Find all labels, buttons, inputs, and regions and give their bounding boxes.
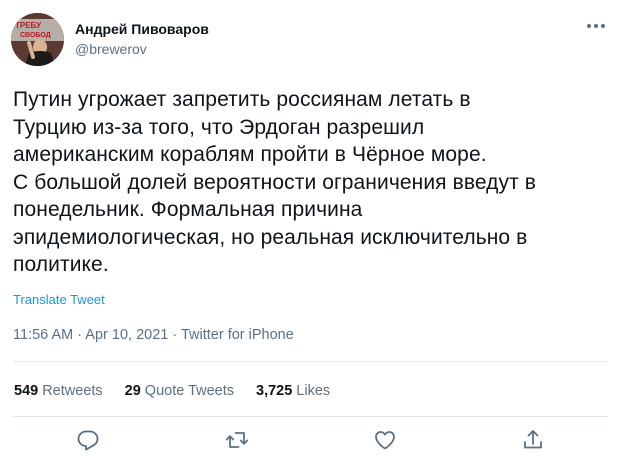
author-handle[interactable]: @brewerov [75, 40, 209, 58]
quote-tweets-count: 29 [124, 383, 141, 399]
tweet-source[interactable]: Twitter for iPhone [181, 327, 294, 343]
author-block: Андрей Пивоваров @brewerov [75, 20, 209, 58]
tweet-card: ТРЕБУ СВОБОД Андрей Пивоваров @brewerov … [0, 0, 620, 467]
retweets-stat[interactable]: 549 Retweets [14, 383, 103, 399]
divider [13, 361, 608, 362]
avatar-image: ТРЕБУ СВОБОД [11, 13, 64, 66]
retweets-count: 549 [14, 383, 39, 399]
tweet-meta: 11:56 AM · Apr 10, 2021 · Twitter for iP… [13, 327, 294, 343]
tweet-stats: 549 Retweets 29 Quote Tweets 3,725 Likes [14, 383, 352, 399]
retweets-label: Retweets [42, 383, 103, 399]
avatar-text-1: ТРЕБУ [15, 21, 42, 30]
more-horizontal-icon[interactable] [585, 18, 607, 34]
heart-icon[interactable] [373, 428, 397, 452]
translate-tweet-link[interactable]: Translate Tweet [13, 292, 105, 307]
likes-count: 3,725 [256, 383, 293, 399]
meta-separator: · [73, 327, 86, 343]
tweet-actions [0, 428, 620, 462]
tweet-text: Путин угрожает запретить россиянам летат… [13, 88, 537, 276]
avatar-text-2: СВОБОД [20, 32, 51, 39]
quote-tweets-stat[interactable]: 29 Quote Tweets [125, 383, 234, 399]
author-name[interactable]: Андрей Пивоваров [75, 20, 209, 38]
likes-label: Likes [296, 383, 331, 399]
meta-separator: · [168, 327, 181, 343]
retweet-icon[interactable] [225, 428, 249, 452]
tweet-date[interactable]: Apr 10, 2021 [85, 327, 168, 343]
likes-stat[interactable]: 3,725 Likes [256, 383, 330, 399]
avatar[interactable]: ТРЕБУ СВОБОД [11, 13, 64, 66]
tweet-time[interactable]: 11:56 AM [13, 327, 73, 343]
share-icon[interactable] [521, 428, 545, 452]
quote-tweets-label: Quote Tweets [144, 383, 234, 399]
reply-icon[interactable] [76, 428, 100, 452]
divider [13, 416, 608, 417]
